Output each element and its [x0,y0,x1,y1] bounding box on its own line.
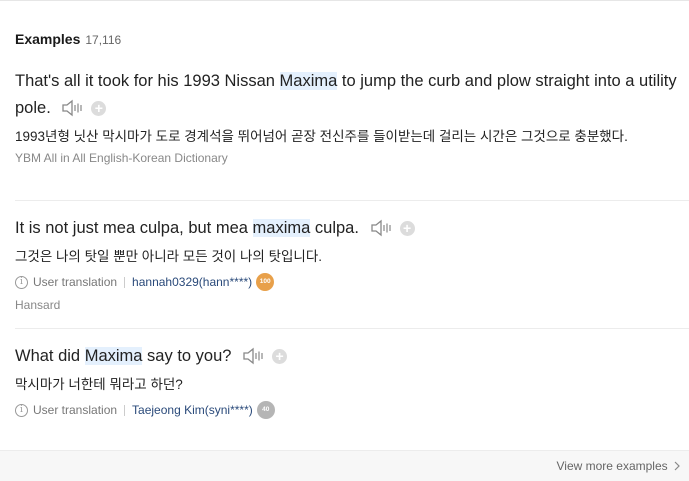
example-translation: 막시마가 너한테 뭐라고 하던? [15,377,183,392]
examples-count: 17,116 [85,33,122,47]
example-translation: 1993년형 닛산 막시마가 도로 경계석을 뛰어넘어 곧장 전신주를 들이받는… [15,129,628,144]
speaker-icon[interactable] [242,347,264,374]
translation-meta: i User translation hannah0329(hann****) … [15,273,685,291]
level-badge: 100 [256,273,275,291]
view-more-examples-link[interactable]: View more examples [556,459,681,473]
examples-header: Examples 17,116 [15,31,121,47]
info-icon[interactable]: i [15,275,28,289]
highlighted-term: maxima [252,219,311,237]
separator [124,276,126,288]
examples-title: Examples [15,31,81,47]
example-item: What did Maxima say to you? + 막시마가 너한테 뭐… [15,343,685,419]
highlighted-term: Maxima [279,72,338,90]
plus-icon[interactable]: + [272,349,288,364]
speaker-icon[interactable] [370,219,392,246]
level-badge: 40 [256,401,275,419]
example-item: That's all it took for his 1993 Nissan M… [15,68,685,165]
user-translation-label: User translation [33,275,118,289]
highlighted-term: Maxima [84,347,143,365]
example-source: YBM All in All English-Korean Dictionary [15,151,228,165]
speaker-icon[interactable] [61,99,83,126]
plus-icon[interactable]: + [399,221,415,236]
example-item: It is not just mea culpa, but mea maxima… [15,215,685,312]
example-sentence: What did Maxima say to you? + [15,343,685,374]
example-sentence: That's all it took for his 1993 Nissan M… [15,68,685,126]
example-source: Hansard [15,298,61,312]
divider [15,328,689,329]
top-divider [0,0,689,1]
examples-footer: View more examples [0,450,689,481]
chevron-right-icon [674,461,680,471]
translator-link[interactable]: Taejeong Kim(syni****) [132,403,253,417]
plus-icon[interactable]: + [91,101,107,116]
separator [124,404,126,416]
example-translation: 그것은 나의 탓일 뿐만 아니라 모든 것이 나의 탓입니다. [15,249,322,264]
info-icon[interactable]: i [15,403,28,417]
user-translation-label: User translation [33,403,118,417]
example-sentence: It is not just mea culpa, but mea maxima… [15,215,685,246]
translator-link[interactable]: hannah0329(hann****) [132,275,252,289]
translation-meta: i User translation Taejeong Kim(syni****… [15,401,685,419]
divider [15,200,689,201]
